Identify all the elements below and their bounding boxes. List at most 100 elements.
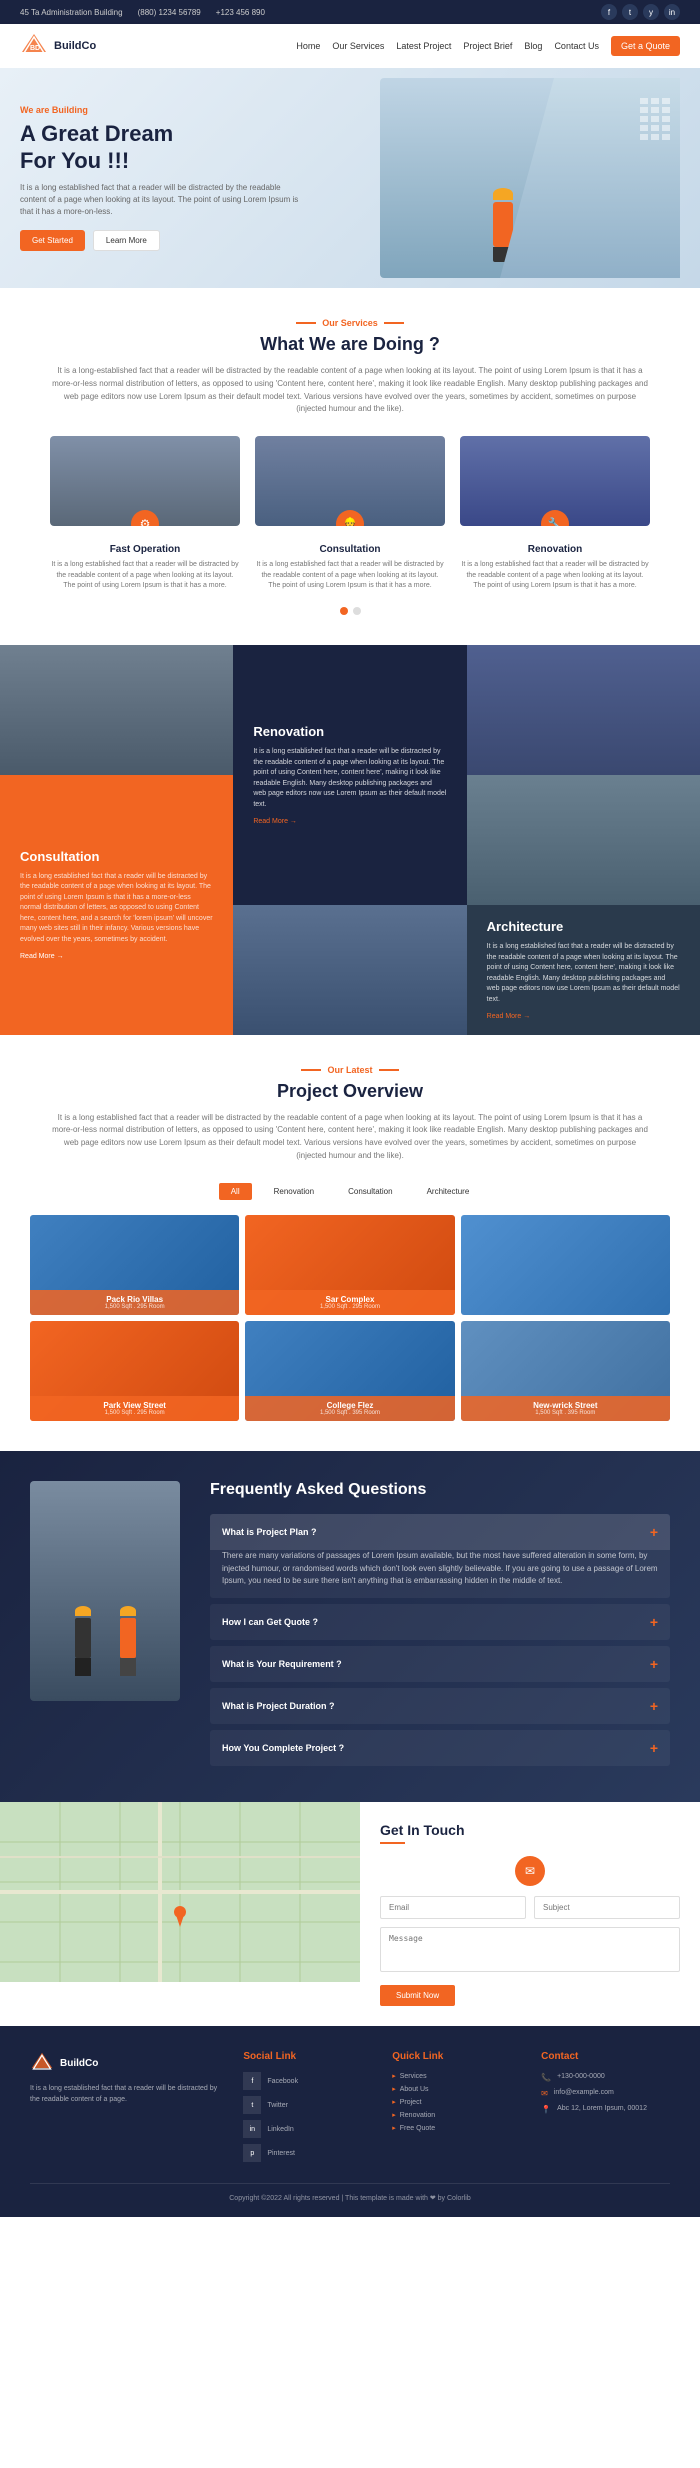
dot-1[interactable] xyxy=(340,607,348,615)
email-input[interactable] xyxy=(380,1896,526,1919)
footer-link-project[interactable]: Project xyxy=(392,2098,521,2106)
faq-answer-0: There are many variations of passages of… xyxy=(210,1550,670,1598)
footer-tw-text: Twitter xyxy=(267,2102,288,2109)
logo-text: BuildCo xyxy=(54,40,96,52)
twitter-icon[interactable]: t xyxy=(622,4,638,20)
get-in-touch-title: Get In Touch xyxy=(380,1822,680,1838)
nav-services[interactable]: Our Services xyxy=(332,41,384,51)
project-card-3[interactable]: Park View Street 1,500 Sqft . 295 Room xyxy=(30,1321,239,1421)
header: BD BuildCo Home Our Services Latest Proj… xyxy=(0,24,700,68)
footer-social-tw: t Twitter xyxy=(243,2096,372,2114)
faq-question-0[interactable]: What is Project Plan ? + xyxy=(210,1514,670,1550)
submit-button[interactable]: Submit Now xyxy=(380,1985,455,2006)
service-card-1: 👷 Consultation It is a long established … xyxy=(255,436,445,592)
logo-icon: BD xyxy=(20,32,48,60)
footer: BuildCo It is a long established fact th… xyxy=(0,2026,700,2217)
faq-toggle-2[interactable]: + xyxy=(650,1656,658,1672)
footer-link-quote[interactable]: Free Quote xyxy=(392,2124,521,2132)
renovation-desc: It is a long established fact that a rea… xyxy=(253,747,446,810)
project-name-3: Park View Street xyxy=(38,1401,231,1410)
project-card-0[interactable]: Pack Rio Villas 1,500 Sqft . 295 Room xyxy=(30,1215,239,1315)
get-quote-button[interactable]: Get a Quote xyxy=(611,36,680,56)
linkedin-footer-icon[interactable]: in xyxy=(243,2120,261,2138)
consultation-title: Consultation xyxy=(20,849,213,864)
project-card-4[interactable]: College Flez 1,500 Sqft . 395 Room xyxy=(245,1321,454,1421)
project-name-1: Sar Complex xyxy=(253,1295,446,1304)
project-meta-1: 1,500 Sqft . 295 Room xyxy=(253,1304,446,1310)
project-card-1[interactable]: Sar Complex 1,500 Sqft . 295 Room xyxy=(245,1215,454,1315)
faq-item-0: What is Project Plan ? + There are many … xyxy=(210,1514,670,1598)
faq-toggle-0[interactable]: + xyxy=(650,1524,658,1540)
nav-brief[interactable]: Project Brief xyxy=(463,41,512,51)
pinterest-footer-icon[interactable]: p xyxy=(243,2144,261,2162)
learn-more-button[interactable]: Learn More xyxy=(93,230,160,251)
services-section: Our Services What We are Doing ? It is a… xyxy=(0,288,700,645)
service-name-1: Consultation xyxy=(255,544,445,555)
filter-renovation[interactable]: Renovation xyxy=(262,1183,326,1200)
consultation-link[interactable]: Read More → xyxy=(20,953,213,960)
nav-latest[interactable]: Latest Project xyxy=(396,41,451,51)
project-overview-description: It is a long established fact that a rea… xyxy=(50,1112,650,1163)
faq-question-2[interactable]: What is Your Requirement ? + xyxy=(210,1646,670,1682)
filter-all[interactable]: All xyxy=(219,1183,252,1200)
faq-section: Frequently Asked Questions What is Proje… xyxy=(0,1451,700,1802)
faq-question-1[interactable]: How I can Get Quote ? + xyxy=(210,1604,670,1640)
filter-consultation[interactable]: Consultation xyxy=(336,1183,404,1200)
feature-panel-renovation: Renovation It is a long established fact… xyxy=(233,645,466,905)
project-overlay-1: Sar Complex 1,500 Sqft . 295 Room xyxy=(245,1290,454,1315)
services-title: What We are Doing ? xyxy=(30,334,670,355)
nav-blog[interactable]: Blog xyxy=(524,41,542,51)
feature-panel-workers xyxy=(467,775,700,905)
hero-description: It is a long established fact that a rea… xyxy=(20,182,300,218)
service-desc-1: It is a long established fact that a rea… xyxy=(255,560,445,592)
subject-input[interactable] xyxy=(534,1896,680,1919)
faq-toggle-1[interactable]: + xyxy=(650,1614,658,1630)
hero-tag: We are Building xyxy=(20,105,300,115)
footer-fb-text: Facebook xyxy=(267,2078,298,2085)
facebook-icon[interactable]: f xyxy=(601,4,617,20)
projects-grid: Pack Rio Villas 1,500 Sqft . 295 Room Sa… xyxy=(30,1215,670,1421)
nav-home[interactable]: Home xyxy=(296,41,320,51)
project-meta-5: 1,500 Sqft . 395 Room xyxy=(469,1410,662,1416)
map-svg xyxy=(0,1802,360,1982)
project-overview-title: Project Overview xyxy=(30,1081,670,1102)
phone2-text: +123 456 890 xyxy=(216,8,265,17)
message-textarea[interactable] xyxy=(380,1927,680,1972)
faq-question-4[interactable]: How You Complete Project ? + xyxy=(210,1730,670,1766)
footer-contact-col: Contact 📞 +130-000-0000 ✉ info@example.c… xyxy=(541,2051,670,2168)
footer-link-services[interactable]: Services xyxy=(392,2072,521,2080)
nav-contact[interactable]: Contact Us xyxy=(554,41,599,51)
project-name-4: College Flez xyxy=(253,1401,446,1410)
twitter-footer-icon[interactable]: t xyxy=(243,2096,261,2114)
faq-question-3[interactable]: What is Project Duration ? + xyxy=(210,1688,670,1724)
faq-worker-2 xyxy=(110,1606,145,1696)
top-bar-contacts: 45 Ta Administration Building (880) 1234… xyxy=(20,8,265,17)
footer-email-text: info@example.com xyxy=(554,2088,614,2098)
filter-architecture[interactable]: Architecture xyxy=(415,1183,482,1200)
footer-link-about[interactable]: About Us xyxy=(392,2085,521,2093)
faq-workers-image xyxy=(30,1481,180,1701)
email-footer-icon: ✉ xyxy=(541,2089,548,2098)
youtube-icon[interactable]: y xyxy=(643,4,659,20)
project-card-5[interactable]: New-wrick Street 1,500 Sqft . 395 Room xyxy=(461,1321,670,1421)
project-card-2[interactable] xyxy=(461,1215,670,1315)
faq-question-text-2: What is Your Requirement ? xyxy=(222,1659,342,1669)
dot-2[interactable] xyxy=(353,607,361,615)
linkedin-icon[interactable]: in xyxy=(664,4,680,20)
faq-toggle-3[interactable]: + xyxy=(650,1698,658,1714)
facebook-footer-icon[interactable]: f xyxy=(243,2072,261,2090)
renovation-link[interactable]: Read More → xyxy=(253,818,446,825)
phone-footer-icon: 📞 xyxy=(541,2073,551,2082)
footer-quick-col: Quick Link Services About Us Project Ren… xyxy=(392,2051,521,2168)
services-grid: ⚙ Fast Operation It is a long establishe… xyxy=(30,436,670,592)
footer-link-renovation[interactable]: Renovation xyxy=(392,2111,521,2119)
location-footer-icon: 📍 xyxy=(541,2105,551,2114)
footer-email-item: ✉ info@example.com xyxy=(541,2088,670,2098)
architecture-link[interactable]: Read More → xyxy=(487,1013,680,1020)
faq-toggle-4[interactable]: + xyxy=(650,1740,658,1756)
project-overlay-3: Park View Street 1,500 Sqft . 295 Room xyxy=(30,1396,239,1421)
project-meta-3: 1,500 Sqft . 295 Room xyxy=(38,1410,231,1416)
get-started-button[interactable]: Get Started xyxy=(20,230,85,251)
top-bar-social: f t y in xyxy=(601,4,680,20)
faq-question-text-3: What is Project Duration ? xyxy=(222,1701,335,1711)
